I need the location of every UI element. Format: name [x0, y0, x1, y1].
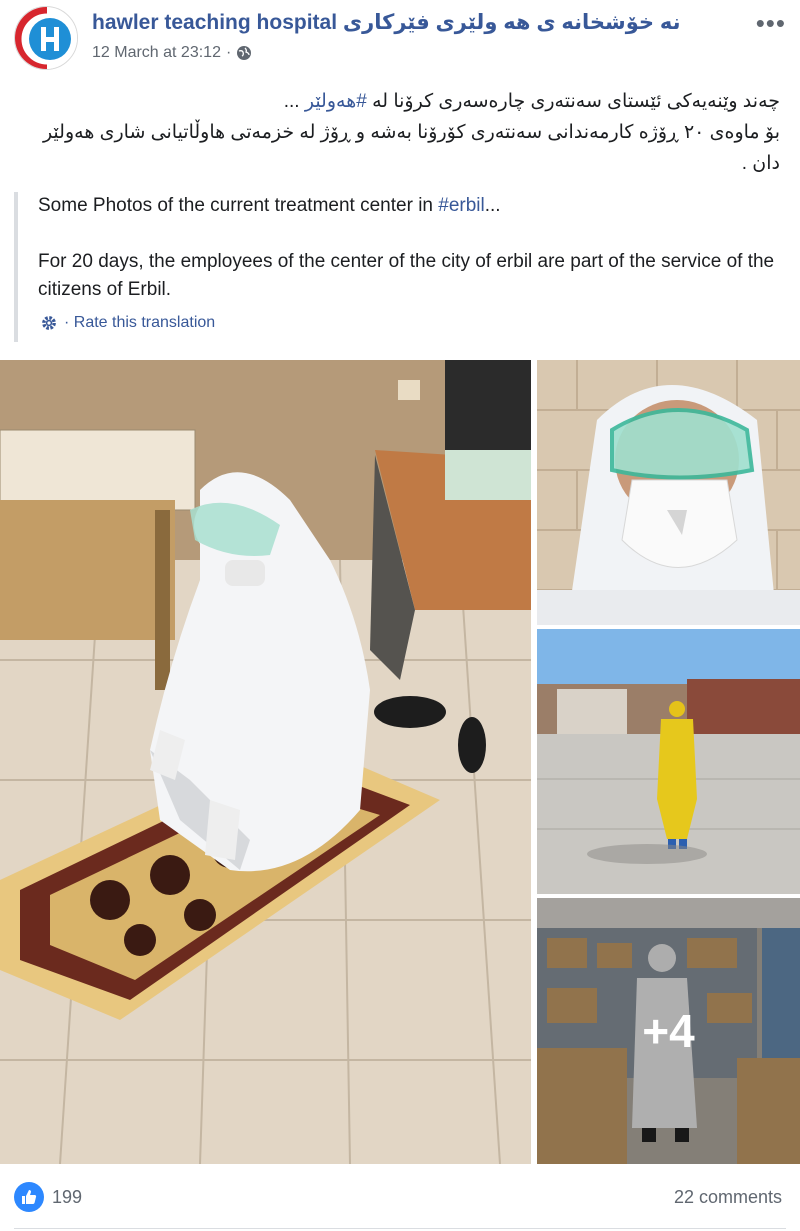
- post-header: hawler teaching hospital نه خۆشخانه ی هه…: [0, 0, 800, 80]
- post-original-text: چەند وێنەیەکی ئێستای سەنتەری چارەسەری کر…: [20, 86, 780, 179]
- original-text-line1: چەند وێنەیەکی ئێستای سەنتەری چارەسەری کر…: [20, 86, 780, 117]
- original-text-prefix: چەند وێنەیەکی ئێستای سەنتەری چارەسەری کر…: [366, 91, 780, 112]
- page-avatar[interactable]: [14, 6, 78, 70]
- rate-translation-label: · Rate this translation: [64, 314, 216, 331]
- more-options-icon[interactable]: •••: [756, 8, 786, 39]
- hashtag-hawler-link[interactable]: #هەولێر: [305, 91, 367, 112]
- photo-warehouse-more[interactable]: +4: [537, 898, 800, 1164]
- hashtag-erbil-link[interactable]: #erbil: [438, 195, 484, 216]
- translation-line1: Some Photos of the current treatment cen…: [38, 192, 784, 220]
- translation-suffix: ...: [484, 195, 501, 216]
- globe-icon: [237, 46, 252, 60]
- photo-main-prayer[interactable]: [0, 360, 531, 1164]
- translation-block: Some Photos of the current treatment cen…: [14, 192, 784, 342]
- thumbs-up-icon: [22, 1190, 37, 1204]
- hospital-logo-icon: [15, 7, 77, 69]
- comments-count-link[interactable]: 22 comments: [674, 1187, 782, 1208]
- meta-separator: ·: [225, 44, 232, 61]
- gear-icon: [42, 316, 56, 330]
- post-meta: 12 March at 23:12 ·: [92, 44, 252, 62]
- translation-prefix: Some Photos of the current treatment cen…: [38, 195, 439, 216]
- more-photos-count: +4: [642, 1005, 695, 1057]
- post-timestamp[interactable]: 12 March at 23:12: [92, 44, 221, 62]
- rate-translation-link[interactable]: · Rate this translation: [40, 314, 215, 332]
- more-photos-overlay[interactable]: +4: [537, 898, 800, 1164]
- reaction-count[interactable]: 199: [52, 1187, 82, 1208]
- footer-divider: [14, 1228, 786, 1229]
- post-footer: 199 22 comments: [0, 1168, 800, 1231]
- page-name-link[interactable]: hawler teaching hospital نه خۆشخانه ی هه…: [92, 10, 680, 35]
- translation-paragraph2: For 20 days, the employees of the center…: [38, 251, 775, 300]
- photo-yellow-suit-courtyard[interactable]: [537, 629, 800, 894]
- photo-selfie-goggles[interactable]: [537, 360, 800, 625]
- original-text-suffix: ...: [283, 91, 305, 112]
- original-text-line2: بۆ ماوەی ٢٠ ڕۆژە کارمەندانی سەنتەری کۆرۆ…: [42, 122, 780, 174]
- like-icon[interactable]: [14, 1182, 44, 1212]
